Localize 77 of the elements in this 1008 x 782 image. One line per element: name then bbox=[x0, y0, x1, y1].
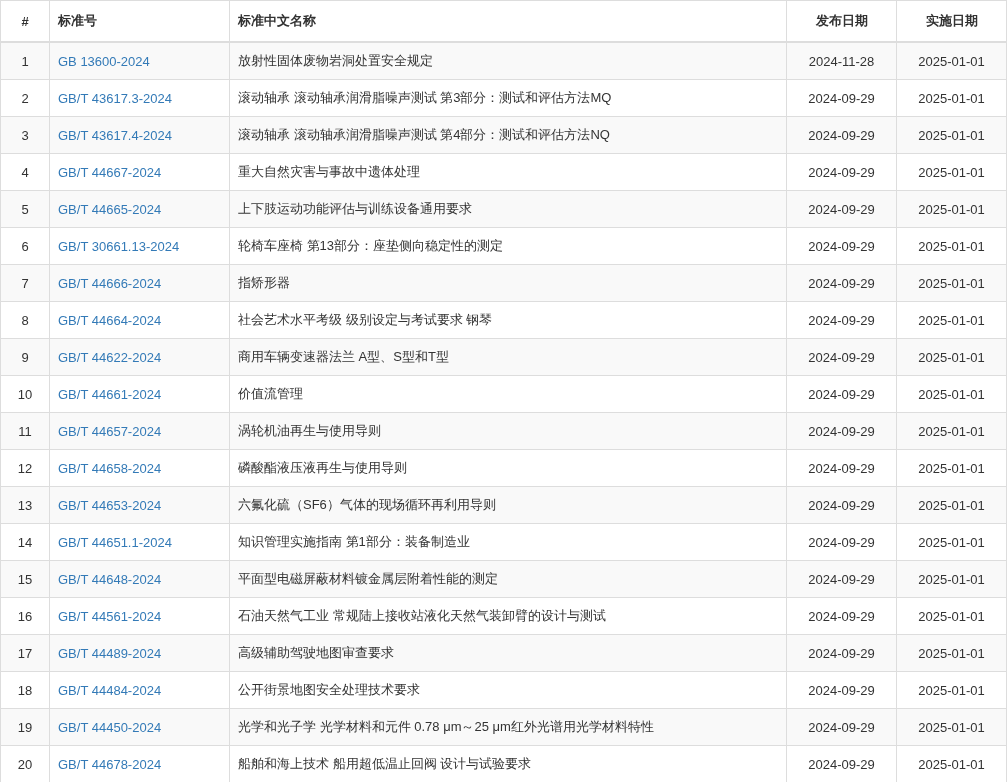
row-number: 10 bbox=[0, 375, 50, 413]
standard-name-cell: 商用车辆变速器法兰 A型、S型和T型 bbox=[229, 338, 787, 376]
standard-name-cell: 上下肢运动功能评估与训练设备通用要求 bbox=[229, 190, 787, 228]
publish-date-cell: 2024-09-29 bbox=[786, 412, 897, 450]
effective-date-cell: 2025-01-01 bbox=[896, 79, 1007, 117]
row-number: 8 bbox=[0, 301, 50, 339]
publish-date-cell: 2024-09-29 bbox=[786, 190, 897, 228]
row-number: 6 bbox=[0, 227, 50, 265]
effective-date-cell: 2025-01-01 bbox=[896, 42, 1007, 80]
standard-name-cell: 六氟化硫（SF6）气体的现场循环再利用导则 bbox=[229, 486, 787, 524]
effective-date-cell: 2025-01-01 bbox=[896, 412, 1007, 450]
publish-date-cell: 2024-09-29 bbox=[786, 560, 897, 598]
row-number: 7 bbox=[0, 264, 50, 302]
row-number: 2 bbox=[0, 79, 50, 117]
row-number: 17 bbox=[0, 634, 50, 672]
row-number: 14 bbox=[0, 523, 50, 561]
effective-date-cell: 2025-01-01 bbox=[896, 671, 1007, 709]
standard-name-cell: 磷酸酯液压液再生与使用导则 bbox=[229, 449, 787, 487]
effective-date-cell: 2025-01-01 bbox=[896, 227, 1007, 265]
standard-name-cell: 平面型电磁屏蔽材料镀金属层附着性能的测定 bbox=[229, 560, 787, 598]
effective-date-cell: 2025-01-01 bbox=[896, 116, 1007, 154]
standard-name-cell: 轮椅车座椅 第13部分：座垫侧向稳定性的测定 bbox=[229, 227, 787, 265]
effective-date-cell: 2025-01-01 bbox=[896, 264, 1007, 302]
row-number: 12 bbox=[0, 449, 50, 487]
effective-date-cell: 2025-01-01 bbox=[896, 597, 1007, 635]
publish-date-cell: 2024-09-29 bbox=[786, 153, 897, 191]
effective-date-cell: 2025-01-01 bbox=[896, 301, 1007, 339]
publish-date-cell: 2024-09-29 bbox=[786, 634, 897, 672]
publish-date-cell: 2024-11-28 bbox=[786, 42, 897, 80]
publish-date-cell: 2024-09-29 bbox=[786, 523, 897, 561]
publish-date-cell: 2024-09-29 bbox=[786, 338, 897, 376]
standard-name-cell: 社会艺术水平考级 级别设定与考试要求 钢琴 bbox=[229, 301, 787, 339]
standard-name-cell: 价值流管理 bbox=[229, 375, 787, 413]
standard-name-cell: 高级辅助驾驶地图审查要求 bbox=[229, 634, 787, 672]
row-number: 20 bbox=[0, 745, 50, 782]
publish-date-cell: 2024-09-29 bbox=[786, 227, 897, 265]
row-number: 1 bbox=[0, 42, 50, 80]
standard-name-cell: 光学和光子学 光学材料和元件 0.78 μm～25 μm红外光谱用光学材料特性 bbox=[229, 708, 787, 746]
row-number: 15 bbox=[0, 560, 50, 598]
row-number: 19 bbox=[0, 708, 50, 746]
standard-name-cell: 石油天然气工业 常规陆上接收站液化天然气装卸臂的设计与测试 bbox=[229, 597, 787, 635]
row-number: 4 bbox=[0, 153, 50, 191]
standard-name-cell: 指矫形器 bbox=[229, 264, 787, 302]
row-number: 16 bbox=[0, 597, 50, 635]
effective-date-cell: 2025-01-01 bbox=[896, 708, 1007, 746]
publish-date-cell: 2024-09-29 bbox=[786, 264, 897, 302]
publish-date-cell: 2024-09-29 bbox=[786, 708, 897, 746]
effective-date-cell: 2025-01-01 bbox=[896, 634, 1007, 672]
standard-name-cell: 放射性固体废物岩洞处置安全规定 bbox=[229, 42, 787, 80]
effective-date-cell: 2025-01-01 bbox=[896, 153, 1007, 191]
effective-date-cell: 2025-01-01 bbox=[896, 449, 1007, 487]
row-number: 3 bbox=[0, 116, 50, 154]
standard-name-cell: 公开街景地图安全处理技术要求 bbox=[229, 671, 787, 709]
standard-name-cell: 知识管理实施指南 第1部分：装备制造业 bbox=[229, 523, 787, 561]
effective-date-cell: 2025-01-01 bbox=[896, 486, 1007, 524]
publish-date-cell: 2024-09-29 bbox=[786, 79, 897, 117]
row-number: 13 bbox=[0, 486, 50, 524]
row-number: 9 bbox=[0, 338, 50, 376]
standard-name-cell: 涡轮机油再生与使用导则 bbox=[229, 412, 787, 450]
publish-date-cell: 2024-09-29 bbox=[786, 301, 897, 339]
publish-date-cell: 2024-09-29 bbox=[786, 671, 897, 709]
publish-date-cell: 2024-09-29 bbox=[786, 597, 897, 635]
effective-date-cell: 2025-01-01 bbox=[896, 375, 1007, 413]
row-number: 11 bbox=[0, 412, 50, 450]
effective-date-cell: 2025-01-01 bbox=[896, 338, 1007, 376]
row-number: 5 bbox=[0, 190, 50, 228]
effective-date-cell: 2025-01-01 bbox=[896, 523, 1007, 561]
row-number: 18 bbox=[0, 671, 50, 709]
publish-date-cell: 2024-09-29 bbox=[786, 486, 897, 524]
publish-date-cell: 2024-09-29 bbox=[786, 116, 897, 154]
effective-date-cell: 2025-01-01 bbox=[896, 190, 1007, 228]
standard-name-cell: 滚动轴承 滚动轴承润滑脂噪声测试 第3部分：测试和评估方法MQ bbox=[229, 79, 787, 117]
publish-date-cell: 2024-09-29 bbox=[786, 449, 897, 487]
effective-date-cell: 2025-01-01 bbox=[896, 560, 1007, 598]
standard-name-cell: 重大自然灾害与事故中遗体处理 bbox=[229, 153, 787, 191]
standard-name-cell: 滚动轴承 滚动轴承润滑脂噪声测试 第4部分：测试和评估方法NQ bbox=[229, 116, 787, 154]
publish-date-cell: 2024-09-29 bbox=[786, 375, 897, 413]
